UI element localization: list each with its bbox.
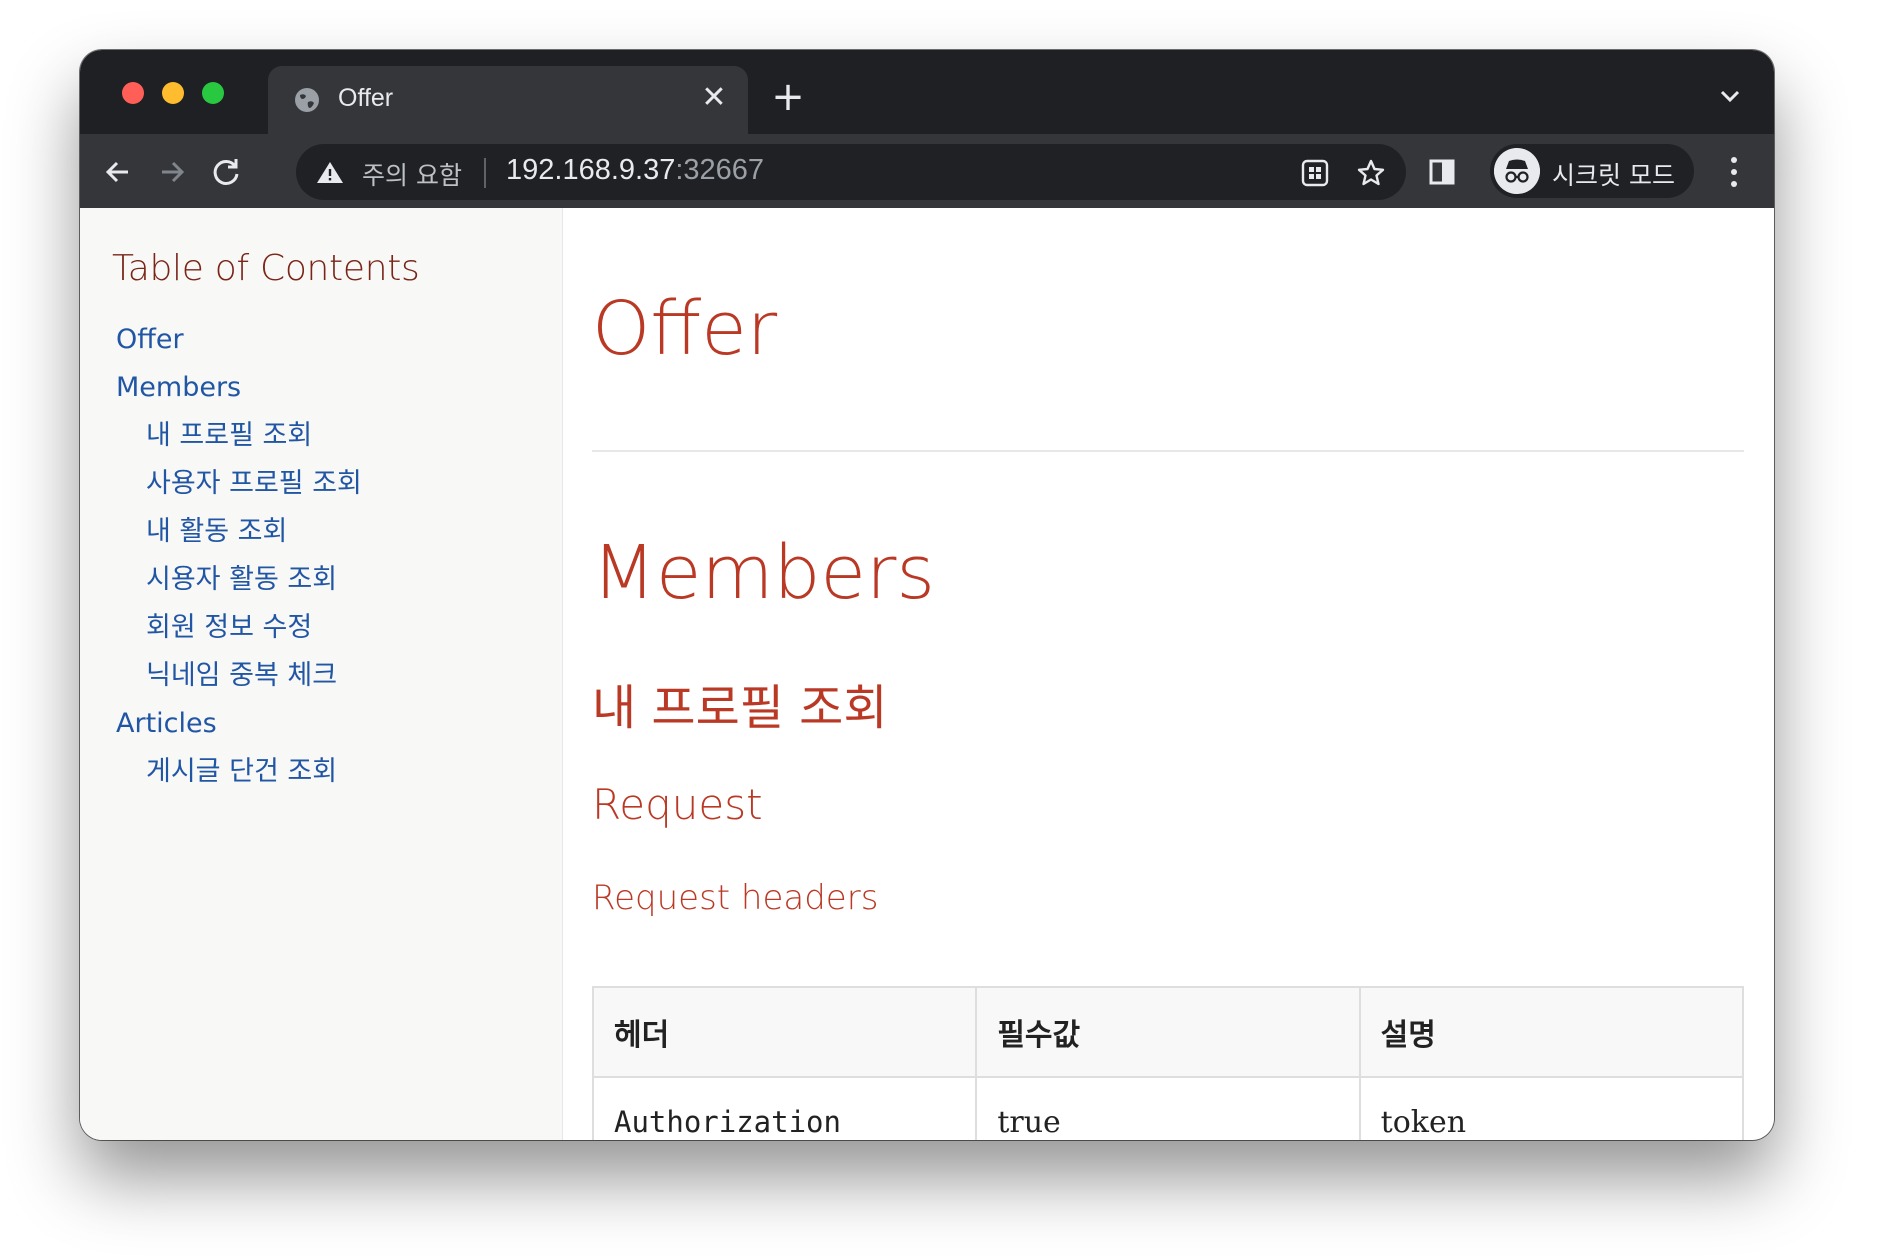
bookmark-star-icon[interactable] xyxy=(1356,158,1386,188)
request-headers-table: 헤더 필수값 설명 Authorization true token xyxy=(591,986,1745,1140)
install-app-icon[interactable] xyxy=(1300,158,1330,188)
forward-icon[interactable] xyxy=(152,152,192,192)
side-panel-icon[interactable] xyxy=(1422,152,1462,192)
url-host: 192.168.9.37 xyxy=(506,154,676,186)
globe-icon xyxy=(295,88,319,112)
heading-members: Members xyxy=(592,530,935,616)
incognito-profile-button[interactable]: 시크릿 모드 xyxy=(1490,144,1694,198)
page-content: Table of Contents Offer Members 내 프로필 조회… xyxy=(80,208,1774,1140)
toc-link-articles[interactable]: Articles xyxy=(116,700,362,748)
table-cell: Authorization xyxy=(591,1076,978,1140)
toc-link-my-profile[interactable]: 내 프로필 조회 xyxy=(116,412,362,460)
heading-request: Request xyxy=(592,780,763,829)
tab-strip: Offer ✕ + xyxy=(80,50,1774,134)
table-cell: token xyxy=(1358,1076,1745,1140)
reload-icon[interactable] xyxy=(206,152,246,192)
incognito-icon xyxy=(1494,148,1540,194)
table-header-row: 헤더 필수값 설명 xyxy=(591,986,1745,1078)
omnibox-separator xyxy=(484,158,486,188)
column-header: 설명 xyxy=(1358,986,1745,1078)
warning-icon xyxy=(317,162,343,183)
toc-sidebar: Table of Contents Offer Members 내 프로필 조회… xyxy=(80,208,563,1140)
table-row: Authorization true token xyxy=(591,1076,1745,1140)
close-icon[interactable]: ✕ xyxy=(698,82,730,114)
toc-link-edit-member[interactable]: 회원 정보 수정 xyxy=(116,604,362,652)
heading-my-profile: 내 프로필 조회 xyxy=(592,680,888,736)
column-header: 필수값 xyxy=(975,986,1361,1078)
plus-icon[interactable]: + xyxy=(770,77,806,117)
tab-title: Offer xyxy=(338,84,394,112)
toc-link-user-profile[interactable]: 사용자 프로필 조회 xyxy=(116,460,362,508)
toc-link-nickname-check[interactable]: 닉네임 중복 체크 xyxy=(116,652,362,700)
tab-offer[interactable]: Offer ✕ xyxy=(268,66,748,134)
toc-link-members[interactable]: Members xyxy=(116,364,362,412)
toc-link-my-activity[interactable]: 내 활동 조회 xyxy=(116,508,362,556)
minimize-window-button[interactable] xyxy=(162,82,184,104)
back-icon[interactable] xyxy=(98,152,138,192)
address-bar[interactable]: 주의 요함 192.168.9.37:32667 xyxy=(296,144,1406,200)
close-window-button[interactable] xyxy=(122,82,144,104)
toc-link-article-detail[interactable]: 게시글 단건 조회 xyxy=(116,748,362,796)
heading-request-headers: Request headers xyxy=(592,878,879,918)
url-text[interactable]: 192.168.9.37:32667 xyxy=(506,154,764,187)
toolbar: 주의 요함 192.168.9.37:32667 시크릿 모드 xyxy=(80,134,1774,208)
more-menu-icon[interactable] xyxy=(1728,154,1740,190)
toc-title: Table of Contents xyxy=(112,248,420,289)
toc-list: Offer Members 내 프로필 조회 사용자 프로필 조회 내 활동 조… xyxy=(116,316,362,796)
column-header: 헤더 xyxy=(591,986,978,1078)
table-cell: true xyxy=(975,1076,1361,1140)
heading-offer: Offer xyxy=(592,286,778,372)
chevron-down-icon[interactable] xyxy=(1716,84,1744,108)
section-divider xyxy=(592,450,1744,452)
maximize-window-button[interactable] xyxy=(202,82,224,104)
security-warning-label[interactable]: 주의 요함 xyxy=(362,156,462,192)
main-content: Offer Members 내 프로필 조회 Request Request h… xyxy=(591,208,1745,1140)
incognito-label: 시크릿 모드 xyxy=(1552,161,1675,190)
url-port: :32667 xyxy=(675,154,765,186)
toc-link-user-activity[interactable]: 시용자 활동 조회 xyxy=(116,556,362,604)
toc-link-offer[interactable]: Offer xyxy=(116,316,362,364)
browser-window: Offer ✕ + 주의 요함 192.168.9.37:32667 시크릿 모… xyxy=(80,50,1774,1140)
